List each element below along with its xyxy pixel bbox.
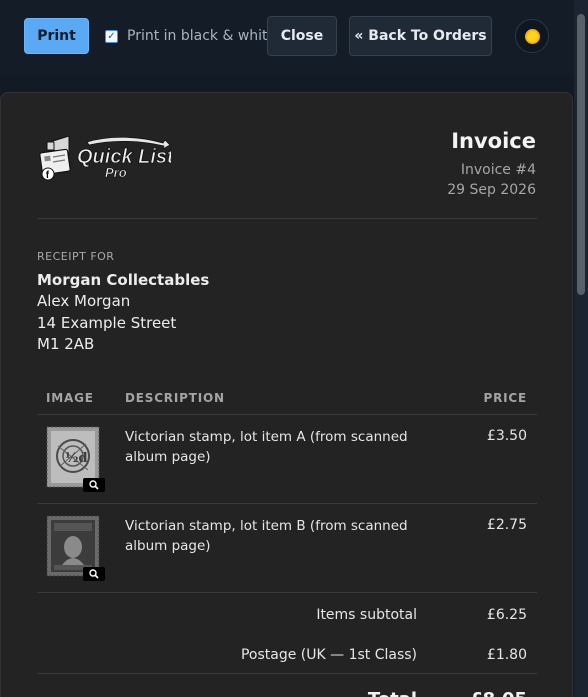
subtotal-value: £6.25 [486, 607, 527, 623]
sun-icon [526, 30, 538, 42]
customer-contact: Alex Morgan [37, 292, 131, 310]
item-image-button[interactable] [46, 515, 105, 581]
item-price: £2.75 [486, 517, 527, 533]
invoice-number: Invoice #4 [460, 162, 536, 178]
scrollbar-thumb[interactable] [577, 14, 585, 295]
customer-name: Morgan Collectables [37, 271, 210, 289]
item-image-button[interactable]: ½d [46, 426, 105, 492]
item-description: Victorian stamp, lot item B (from scanne… [125, 518, 408, 554]
theme-toggle-button[interactable] [515, 19, 549, 53]
back-to-orders-button[interactable]: « Back To Orders [349, 16, 492, 56]
table-header-divider [37, 414, 537, 415]
toolbar: Print ✓ Print in black & white Close « B… [0, 0, 574, 76]
invoice-date: 29 Sep 2026 [447, 182, 536, 198]
magnifier-icon [89, 569, 99, 579]
column-header-image: IMAGE [46, 391, 94, 405]
print-button[interactable]: Print [24, 18, 89, 54]
close-button[interactable]: Close [267, 16, 337, 56]
postage-label: Postage (UK — 1st Class) [240, 647, 417, 663]
customer-street: 14 Example Street [37, 314, 177, 332]
checkmark-icon: ✓ [107, 30, 116, 42]
item-price: £3.50 [486, 428, 527, 444]
receipt-for-label: RECEIPT FOR [37, 250, 115, 263]
svg-text:½d: ½d [65, 451, 88, 466]
print-bw-checkbox[interactable]: ✓ [105, 30, 118, 43]
summary-divider [37, 673, 537, 674]
invoice-title: Invoice [451, 129, 536, 153]
row-divider [37, 592, 537, 593]
zoom-badge [83, 478, 105, 492]
row-divider [37, 503, 537, 504]
total-value: £8.05 [470, 689, 527, 697]
subtotal-label: Items subtotal [316, 607, 417, 623]
postage-value: £1.80 [486, 647, 527, 663]
quicklist-pro-logo: f Quick List Pro [39, 135, 171, 181]
total-label: Total [368, 689, 417, 697]
zoom-badge [83, 567, 105, 581]
invoice-card: f Quick List Pro Invoice Invoice #4 29 S… [0, 92, 573, 697]
item-description: Victorian stamp, lot item A (from scanne… [125, 429, 408, 465]
header-divider [37, 218, 537, 219]
customer-postcode: M1 2AB [37, 335, 95, 353]
svg-text:Pro: Pro [105, 165, 127, 180]
page-scrollbar[interactable] [574, 0, 588, 697]
magnifier-icon [89, 480, 99, 490]
print-bw-label[interactable]: Print in black & white [127, 28, 276, 44]
column-header-price: PRICE [483, 391, 527, 405]
column-header-description: DESCRIPTION [125, 391, 225, 405]
